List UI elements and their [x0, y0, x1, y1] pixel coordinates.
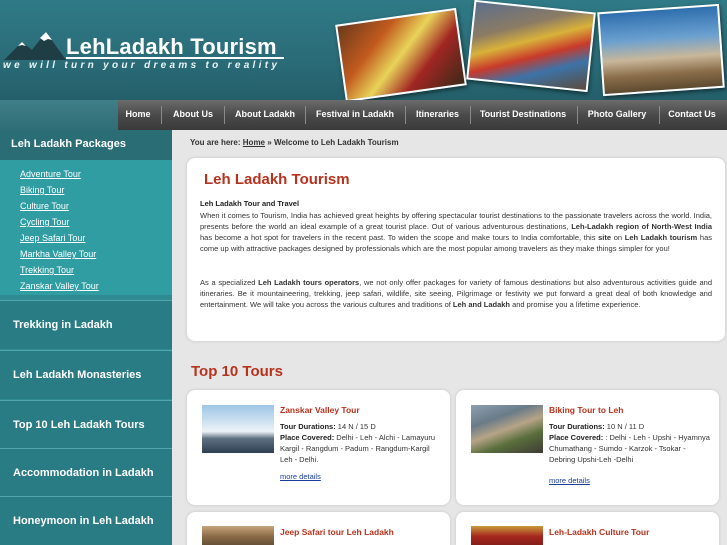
tour-card: Biking Tour to Leh Tour Durations: 10 N …: [456, 390, 719, 505]
tour-details: Tour Durations: 10 N / 11 D Place Covere…: [549, 422, 710, 464]
tour-title[interactable]: Leh-Ladakh Culture Tour: [549, 527, 649, 537]
intro-paragraph-2: As a specialized Leh Ladakh tours operat…: [200, 278, 713, 309]
logo-tagline: we will turn your dreams to reality: [3, 60, 281, 71]
package-link-zanskar-valley[interactable]: Zanskar Valley Tour: [20, 281, 99, 291]
package-link-cycling[interactable]: Cycling Tour: [20, 217, 69, 227]
intro-panel: Leh Ladakh Tourism Leh Ladakh Tour and T…: [187, 158, 725, 341]
package-link-jeep-safari[interactable]: Jeep Safari Tour: [20, 233, 85, 243]
nav-about-ladakh[interactable]: About Ladakh: [228, 100, 302, 130]
package-link-list: Adventure Tour Biking Tour Culture Tour …: [0, 160, 172, 295]
nav-tourist-destinations[interactable]: Tourist Destinations: [474, 100, 572, 130]
intro-subtitle: Leh Ladakh Tour and Travel: [200, 199, 300, 208]
package-link-trekking[interactable]: Trekking Tour: [20, 265, 74, 275]
main-navigation: Home About Us About Ladakh Festival in L…: [0, 100, 727, 130]
tour-image-zanskar[interactable]: [202, 405, 274, 453]
site-header: LehLadakh Tourism we will turn your drea…: [0, 0, 727, 100]
page-title: Leh Ladakh Tourism: [204, 171, 350, 188]
intro-paragraph-1: When it comes to Tourism, India has achi…: [200, 211, 712, 253]
stupa-photo: [597, 3, 725, 97]
festival-dancers-photo: [335, 7, 467, 100]
breadcrumb-prefix: You are here:: [190, 138, 241, 147]
tour-card: Jeep Safari tour Leh Ladakh: [187, 512, 450, 545]
sidebar-item-accommodation[interactable]: Accommodation in Ladakh: [0, 448, 172, 497]
sidebar: Leh Ladakh Packages Adventure Tour Bikin…: [0, 130, 172, 545]
nav-contact-us[interactable]: Contact Us: [663, 100, 721, 130]
breadcrumb-home-link[interactable]: Home: [243, 138, 265, 147]
sidebar-item-trekking[interactable]: Trekking in Ladakh: [0, 300, 172, 349]
more-details-link[interactable]: more details: [280, 472, 321, 481]
nav-divider: [470, 106, 471, 124]
nav-divider: [224, 106, 225, 124]
nav-festival[interactable]: Festival in Ladakh: [309, 100, 401, 130]
package-link-biking[interactable]: Biking Tour: [20, 185, 64, 195]
breadcrumb-current: Welcome to Leh Ladakh Tourism: [273, 138, 399, 147]
package-link-adventure[interactable]: Adventure Tour: [20, 169, 81, 179]
package-link-culture[interactable]: Culture Tour: [20, 201, 69, 211]
sidebar-item-monasteries[interactable]: Leh Ladakh Monasteries: [0, 350, 172, 399]
nav-photo-gallery[interactable]: Photo Gallery: [581, 100, 653, 130]
nav-divider: [577, 106, 578, 124]
packages-heading: Leh Ladakh Packages: [0, 130, 172, 160]
sidebar-item-honeymoon[interactable]: Honeymoon in Leh Ladakh: [0, 496, 172, 545]
tour-card: Zanskar Valley Tour Tour Durations: 14 N…: [187, 390, 450, 505]
nav-divider: [161, 106, 162, 124]
tour-title[interactable]: Biking Tour to Leh: [549, 405, 623, 415]
package-link-markha-valley[interactable]: Markha Valley Tour: [20, 249, 96, 259]
breadcrumb: You are here: Home » Welcome to Leh Lada…: [190, 138, 399, 147]
nav-home[interactable]: Home: [118, 100, 158, 130]
logo-divider: [66, 57, 284, 59]
tour-image-jeep-safari[interactable]: [202, 526, 274, 545]
nav-itineraries[interactable]: Itineraries: [409, 100, 466, 130]
breadcrumb-separator: »: [267, 138, 272, 147]
nav-divider: [405, 106, 406, 124]
more-details-link[interactable]: more details: [549, 476, 590, 485]
prayer-flags-photo: [466, 0, 596, 93]
nav-left-accent: [0, 100, 118, 130]
tour-title[interactable]: Jeep Safari tour Leh Ladakh: [280, 527, 394, 537]
sidebar-item-top10-tours[interactable]: Top 10 Leh Ladakh Tours: [0, 400, 172, 449]
tour-image-biking[interactable]: [471, 405, 543, 453]
tour-image-culture[interactable]: [471, 526, 543, 545]
nav-divider: [659, 106, 660, 124]
tour-card: Leh-Ladakh Culture Tour: [456, 512, 719, 545]
tour-details: Tour Durations: 14 N / 15 D Place Covere…: [280, 422, 436, 464]
nav-about-us[interactable]: About Us: [165, 100, 221, 130]
nav-divider: [305, 106, 306, 124]
tour-title[interactable]: Zanskar Valley Tour: [280, 405, 360, 415]
top10-heading: Top 10 Tours: [191, 363, 283, 380]
